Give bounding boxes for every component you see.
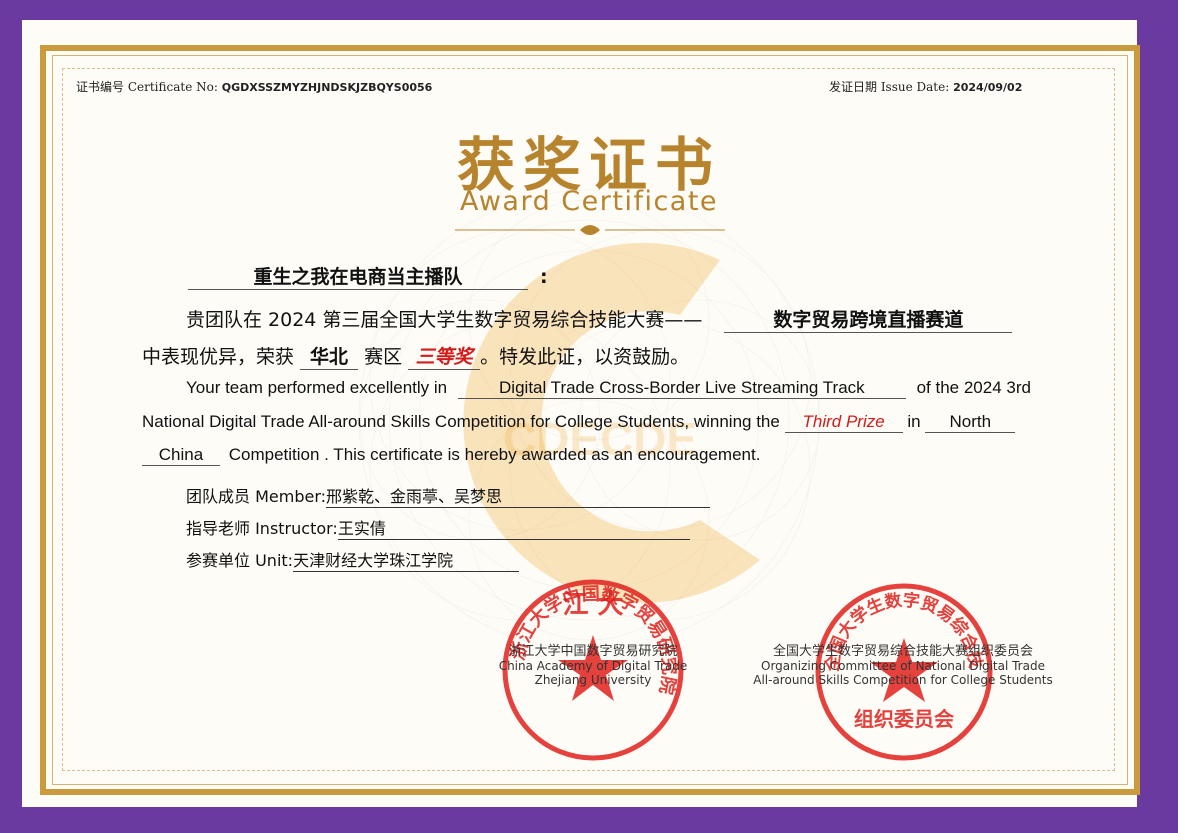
cert-no-value: QGDXSSZMYZHJNDSKJZBQYS0056 — [221, 81, 433, 94]
title-english: Award Certificate — [459, 186, 719, 217]
region-en-a: North — [925, 412, 1016, 433]
unit-value: 天津财经大学珠江学院 — [293, 547, 520, 572]
org-left-en1: China Academy of Digital Trade — [498, 659, 688, 673]
team-name: 重生之我在电商当主播队 — [188, 262, 528, 290]
certificate-number: 证书编号 Certificate No: QGDXSSZMYZHJNDSKJZB… — [76, 78, 432, 95]
body-cn-line2: 中表现优异，荣获 华北 赛区 三等奖 。特发此证，以资鼓励。 — [142, 342, 689, 370]
cert-no-label: 证书编号 Certificate No: — [76, 80, 218, 94]
unit-row: 参赛单位 Unit:天津财经大学珠江学院 — [186, 547, 520, 572]
body-en-line2-prefix: National Digital Trade All-around Skills… — [142, 412, 780, 431]
seal-left-top-text: 江 大 — [562, 590, 623, 620]
org-right-en1: Organizing Committee of National Digital… — [761, 659, 1045, 673]
prize-en: Third Prize — [784, 412, 903, 433]
team-colon: : — [540, 266, 548, 288]
members-value: 邢紫乾、金雨葶、吴梦思 — [326, 483, 711, 508]
body-en-line1: Your team performed excellently in Digit… — [186, 378, 1031, 399]
region-en-b: China — [142, 445, 220, 466]
seal-right-bottom-text: 组织委员会 — [854, 707, 954, 731]
unit-label: 参赛单位 Unit: — [186, 551, 294, 570]
instructor-value: 王实倩 — [337, 515, 690, 540]
issue-date: 发证日期 Issue Date: 2024/09/02 — [829, 78, 1022, 95]
instructor-label: 指导老师 Instructor: — [186, 519, 338, 538]
title-ornament — [455, 225, 725, 235]
body-cn-line1-prefix: 贵团队在 2024 第三届全国大学生数字贸易综合技能大赛—— — [186, 309, 703, 331]
in-word: in — [907, 412, 921, 431]
body-en-line1-suffix: of the 2024 3rd — [916, 378, 1031, 397]
body-cn-line1: 贵团队在 2024 第三届全国大学生数字贸易综合技能大赛—— 数字贸易跨境直播赛道 — [186, 305, 1013, 333]
org-right-cn: 全国大学生数字贸易综合技能大赛组织委员会 — [772, 644, 1033, 659]
body-en-line1-prefix: Your team performed excellently in — [186, 378, 448, 397]
track-cn: 数字贸易跨境直播赛道 — [724, 305, 1013, 333]
issue-date-value: 2024/09/02 — [953, 81, 1023, 94]
track-en: Digital Trade Cross-Border Live Streamin… — [457, 378, 906, 399]
body-en-line3-suffix: Competition . This certificate is hereby… — [228, 445, 761, 464]
issue-date-label: 发证日期 Issue Date: — [829, 80, 950, 94]
body-cn-line2-suffix: 。特发此证，以资鼓励。 — [480, 346, 690, 368]
members-row: 团队成员 Member:邢紫乾、金雨葶、吴梦思 — [186, 483, 711, 508]
body-en-line2: National Digital Trade All-around Skills… — [142, 412, 1016, 433]
org-right-en2: All-around Skills Competition for Colleg… — [753, 673, 1053, 687]
prize-cn: 三等奖 — [408, 342, 481, 370]
body-en-line3: China Competition . This certificate is … — [142, 445, 760, 466]
org-left: 浙江大学中国数字贸易研究院 China Academy of Digital T… — [478, 644, 708, 688]
region-suffix-cn: 赛区 — [364, 346, 403, 368]
org-left-en2: Zhejiang University — [534, 673, 652, 687]
members-label: 团队成员 Member: — [186, 487, 327, 506]
region-cn: 华北 — [300, 342, 359, 370]
body-cn-line2-prefix: 中表现优异，荣获 — [142, 346, 295, 368]
org-left-cn: 浙江大学中国数字贸易研究院 — [508, 644, 678, 659]
org-right: 全国大学生数字贸易综合技能大赛组织委员会 Organizing Committe… — [748, 644, 1058, 688]
instructor-row: 指导老师 Instructor:王实倩 — [186, 515, 690, 540]
team-line: 重生之我在电商当主播队: — [188, 262, 548, 290]
